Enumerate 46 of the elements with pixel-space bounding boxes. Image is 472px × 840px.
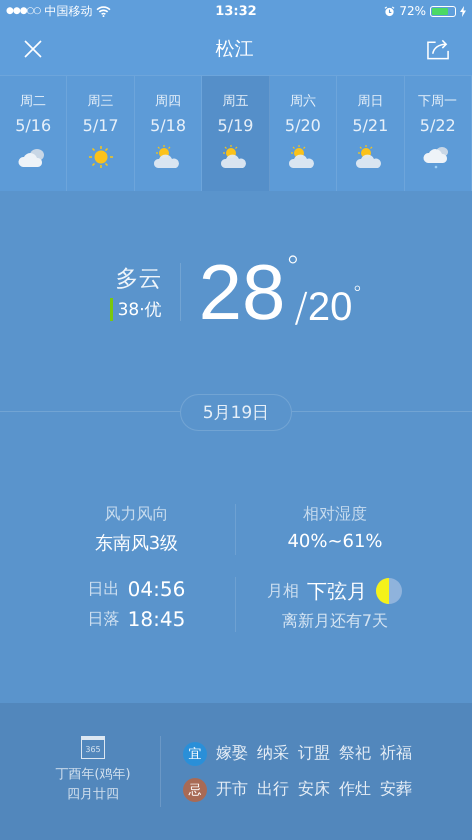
humidity-label: 相对湿度 xyxy=(303,504,367,525)
battery-icon xyxy=(430,6,456,16)
sunset-time: 18:45 xyxy=(128,607,186,631)
almanac-activity: 订盟 xyxy=(298,743,330,764)
wifi-icon xyxy=(96,6,112,16)
half-moon-icon xyxy=(375,577,403,605)
date-pill: 5月19日 xyxy=(180,394,292,430)
sunset-label: 日落 xyxy=(88,608,120,630)
almanac-activity: 作灶 xyxy=(339,779,371,800)
high-temperature: 28 xyxy=(198,253,286,331)
almanac-activity: 祈福 xyxy=(380,743,412,764)
share-icon[interactable] xyxy=(427,38,450,60)
almanac-activity: 嫁娶 xyxy=(216,743,248,764)
close-icon[interactable] xyxy=(24,40,42,58)
wind-label: 风力风向 xyxy=(104,504,168,525)
almanac-activity: 纳采 xyxy=(257,743,289,764)
wind-value: 东南风3级 xyxy=(94,532,178,555)
calendar-icon: 365 xyxy=(81,736,105,759)
almanac-badge: 宜 xyxy=(183,742,207,766)
moon-phase-value: 下弦月 xyxy=(307,578,367,604)
forecast-day[interactable]: 周五 5/19 xyxy=(202,76,270,191)
sunrise-time: 04:56 xyxy=(128,577,186,601)
almanac-activity: 安床 xyxy=(298,779,330,800)
almanac-activity: 出行 xyxy=(257,779,289,800)
signal-strength: ●●●○○ xyxy=(6,6,40,16)
degree-symbol: ° xyxy=(285,253,300,283)
almanac-badge: 忌 xyxy=(183,778,207,802)
temperature-separator: / xyxy=(294,285,308,331)
humidity-value: 40%~61% xyxy=(287,531,383,552)
air-quality-index: 38·优 xyxy=(110,298,162,321)
moon-phase-label: 月相 xyxy=(267,580,299,602)
low-temperature: 20 xyxy=(308,285,352,330)
lunar-date: 四月廿四 xyxy=(67,786,119,803)
almanac-activity: 开市 xyxy=(216,779,248,800)
almanac-activity: 祭祀 xyxy=(339,743,371,764)
city-title: 松江 xyxy=(216,36,254,62)
carrier-name: 中国移动 xyxy=(44,2,92,20)
alarm-clock-icon xyxy=(384,6,396,16)
lunar-year: 丁酉年(鸡年) xyxy=(55,766,131,783)
clock-time: 13:32 xyxy=(215,4,257,18)
sunrise-label: 日出 xyxy=(88,578,120,600)
almanac-activity: 安葬 xyxy=(380,779,412,800)
degree-symbol: ° xyxy=(352,281,362,305)
weather-condition: 多云 xyxy=(116,265,162,294)
new-moon-countdown: 离新月还有7天 xyxy=(282,611,388,632)
battery-percentage: 72% xyxy=(399,4,426,18)
